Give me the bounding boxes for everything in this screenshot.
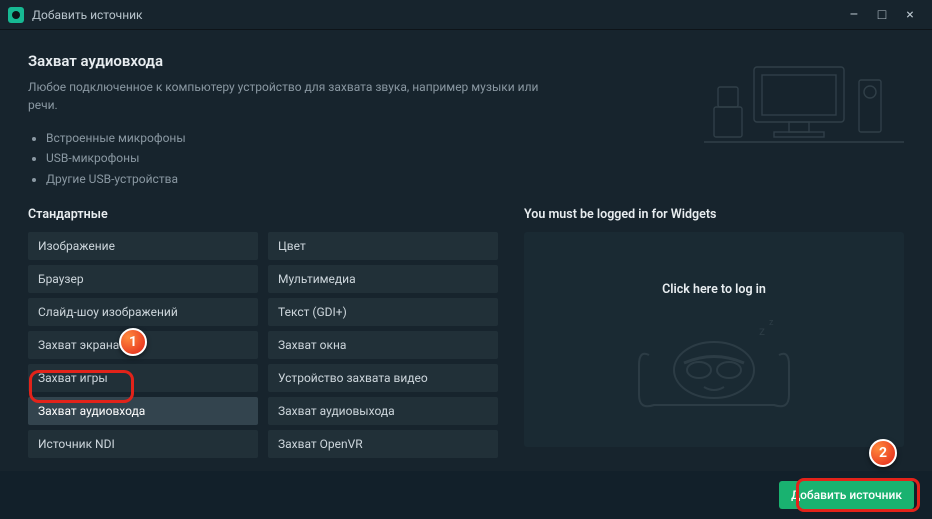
sources-grid: Изображение Цвет Браузер Мультимедиа Слайд-ш… <box>28 232 498 458</box>
source-item[interactable]: Захват игры <box>28 364 258 392</box>
widgets-panel: Click here to log in z z <box>524 232 904 447</box>
source-item[interactable]: Слайд-шоу изображений <box>28 298 258 326</box>
window-controls: – □ × <box>840 3 924 27</box>
bullet-item: USB-микрофоны <box>46 148 674 168</box>
feature-list: Встроенные микрофоны USB-микрофоны Други… <box>28 128 674 189</box>
source-item[interactable]: Захват аудиовхода <box>28 397 258 425</box>
dialog-footer: Добавить источник <box>0 471 932 519</box>
dialog-window: Добавить источник – □ × Захват аудиовход… <box>0 0 932 519</box>
source-item[interactable]: Захват OpenVR <box>268 430 498 458</box>
source-item[interactable]: Устройство захвата видео <box>268 364 498 392</box>
close-button[interactable]: × <box>896 3 924 27</box>
minimize-button[interactable]: – <box>840 3 868 27</box>
content-area: Захват аудиовхода Любое подключенное к к… <box>0 30 932 458</box>
login-link[interactable]: Click here to log in <box>662 282 766 297</box>
source-item[interactable]: Браузер <box>28 265 258 293</box>
source-item[interactable]: Цвет <box>268 232 498 260</box>
maximize-button[interactable]: □ <box>868 3 896 27</box>
svg-text:z: z <box>769 318 774 328</box>
bullet-item: Встроенные микрофоны <box>46 128 674 148</box>
source-item[interactable]: Текст (GDI+) <box>268 298 498 326</box>
annotation-marker-1: 1 <box>119 328 147 356</box>
source-item[interactable]: Изображение <box>28 232 258 260</box>
source-item[interactable]: Захват аудиовыхода <box>268 397 498 425</box>
page-description: Любое подключенное к компьютеру устройст… <box>28 78 548 114</box>
app-icon <box>8 7 24 23</box>
titlebar: Добавить источник – □ × <box>0 0 932 30</box>
widgets-column: You must be logged in for Widgets Click … <box>524 207 904 458</box>
section-title-widgets: You must be logged in for Widgets <box>524 207 904 222</box>
sleep-illustration: z z <box>629 315 799 429</box>
svg-text:z: z <box>759 324 765 338</box>
source-item[interactable]: Захват окна <box>268 331 498 359</box>
page-title: Захват аудиовхода <box>28 52 674 70</box>
header-illustration <box>704 52 904 157</box>
section-title-standard: Стандартные <box>28 207 498 222</box>
standard-sources-column: Стандартные Изображение Цвет Браузер Мульти… <box>28 207 498 458</box>
window-title: Добавить источник <box>32 8 840 22</box>
source-item[interactable]: Источник NDI <box>28 430 258 458</box>
annotation-marker-2: 2 <box>869 439 897 467</box>
source-item[interactable]: Мультимедиа <box>268 265 498 293</box>
add-source-button[interactable]: Добавить источник <box>779 481 914 509</box>
bullet-item: Другие USB-устройства <box>46 169 674 189</box>
